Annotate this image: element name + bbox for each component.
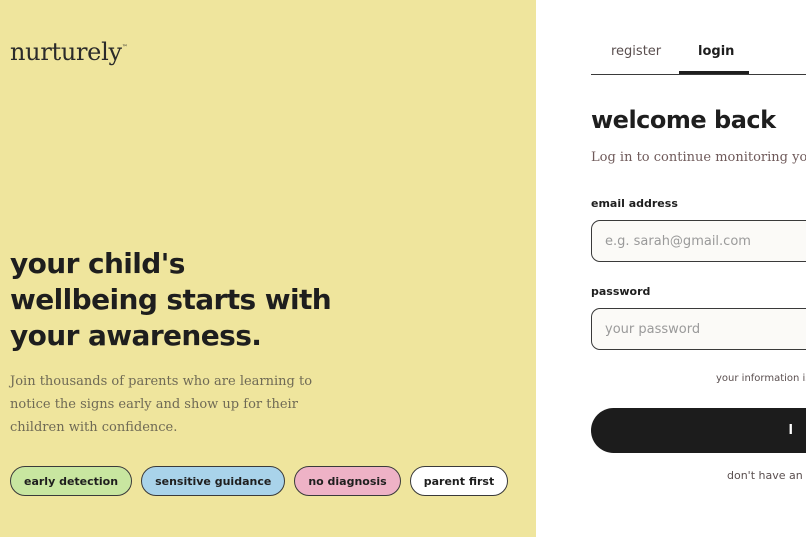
auth-panel: register login welcome back Log in to co…	[536, 0, 806, 537]
tab-register[interactable]: register	[611, 44, 661, 59]
feature-tags: early detection sensitive guidance no di…	[10, 466, 509, 496]
password-field[interactable]	[591, 308, 806, 350]
email-field[interactable]	[591, 220, 806, 262]
auth-tabs: register login	[591, 0, 806, 75]
login-button[interactable]: l	[591, 408, 806, 453]
login-subtitle: Log in to continue monitoring your	[591, 150, 806, 165]
hero-panel: nurturely™ your child's wellbeing starts…	[0, 0, 536, 537]
privacy-note: your information is	[716, 373, 806, 384]
brand-logo[interactable]: nurturely™	[10, 38, 128, 66]
hero-headline: your child's wellbeing starts with your …	[10, 247, 332, 352]
login-title: welcome back	[591, 106, 776, 134]
email-label: email address	[591, 197, 678, 210]
hero-description: Join thousands of parents who are learni…	[10, 374, 313, 435]
signup-prompt[interactable]: don't have an a	[727, 469, 806, 482]
password-label: password	[591, 285, 651, 298]
tag-early-detection: early detection	[10, 466, 133, 496]
tag-no-diagnosis: no diagnosis	[294, 466, 401, 496]
tab-login[interactable]: login	[698, 44, 734, 59]
brand-name: nurturely	[10, 38, 122, 66]
tag-parent-first: parent first	[409, 466, 509, 496]
active-tab-indicator	[679, 71, 749, 74]
tag-sensitive-guidance: sensitive guidance	[141, 466, 286, 496]
trademark-mark: ™	[121, 44, 128, 51]
